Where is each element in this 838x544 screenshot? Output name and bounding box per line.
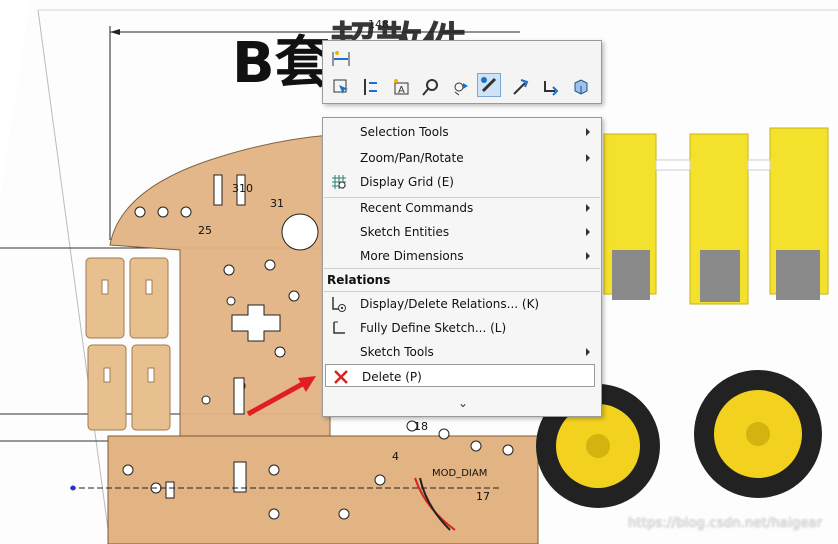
dim-4: 4 [392, 450, 399, 463]
submenu-arrow-icon [586, 348, 590, 356]
menu-item-label: Sketch Entities [360, 225, 450, 239]
zoom-icon[interactable] [419, 75, 443, 99]
submenu-arrow-icon [586, 154, 590, 162]
submenu-arrow-icon [586, 204, 590, 212]
context-menu: Selection Tools Zoom/Pan/Rotate Display … [322, 117, 602, 417]
svg-text:A: A [398, 85, 405, 96]
menu-item-display-delete-relations[interactable]: Display/Delete Relations... (K) [324, 292, 600, 315]
menu-item-fully-define-sketch[interactable]: Fully Define Sketch... (L) [324, 316, 600, 339]
menu-item-label: Sketch Tools [360, 345, 434, 359]
watermark: https://blog.csdn.net/haigear [628, 516, 823, 531]
dimension-top: 148 [368, 18, 389, 31]
smart-dimension-icon[interactable] [329, 47, 353, 71]
motor-group [603, 127, 829, 305]
dim-17: 17 [476, 490, 490, 503]
sketch-relations-icon[interactable] [359, 75, 383, 99]
view-orient-icon[interactable] [449, 75, 473, 99]
annotation-icon[interactable]: A [389, 75, 413, 99]
dim-25: 25 [198, 224, 212, 237]
relations-icon [330, 295, 348, 313]
context-toolbar: A [322, 40, 602, 104]
3d-view-icon[interactable] [569, 75, 593, 99]
dim-18: 18 [414, 420, 428, 433]
menu-item-label: Recent Commands [360, 201, 474, 215]
rotate-icon[interactable] [539, 75, 563, 99]
menu-item-label: Display/Delete Relations... (K) [360, 297, 540, 311]
menu-item-label: Delete (P) [362, 370, 422, 384]
menu-separator [324, 268, 600, 269]
line-icon[interactable] [509, 75, 533, 99]
expand-menu-chevron-icon[interactable]: ⌄ [455, 396, 471, 412]
menu-section-relations: Relations [327, 273, 391, 287]
menu-item-selection-tools[interactable]: Selection Tools [324, 120, 600, 143]
menu-item-label: Fully Define Sketch... (L) [360, 321, 507, 335]
submenu-arrow-icon [586, 252, 590, 260]
menu-item-label: Zoom/Pan/Rotate [360, 151, 464, 165]
menu-item-sketch-entities[interactable]: Sketch Entities [324, 220, 600, 243]
menu-item-recent-commands[interactable]: Recent Commands [324, 196, 600, 219]
delete-icon [332, 368, 350, 386]
drawing-title: B套 [232, 31, 331, 96]
menu-item-label: Selection Tools [360, 125, 449, 139]
dim-mod-diam: MOD_DIAM [432, 468, 487, 479]
menu-item-zoom-pan-rotate[interactable]: Zoom/Pan/Rotate [324, 146, 600, 169]
sketch-active-icon[interactable] [477, 73, 501, 97]
fully-define-icon [330, 319, 348, 337]
menu-item-display-grid[interactable]: Display Grid (E) [324, 170, 600, 193]
menu-item-sketch-tools[interactable]: Sketch Tools [324, 340, 600, 363]
dim-31: 31 [270, 197, 284, 210]
menu-item-label: Display Grid (E) [360, 175, 454, 189]
grid-icon [330, 173, 348, 191]
select-icon[interactable] [329, 75, 353, 99]
submenu-arrow-icon [586, 128, 590, 136]
menu-item-label: More Dimensions [360, 249, 464, 263]
menu-item-more-dimensions[interactable]: More Dimensions [324, 244, 600, 267]
menu-item-delete[interactable]: Delete (P) [325, 364, 595, 387]
submenu-arrow-icon [586, 228, 590, 236]
dim-310: 310 [232, 182, 253, 195]
